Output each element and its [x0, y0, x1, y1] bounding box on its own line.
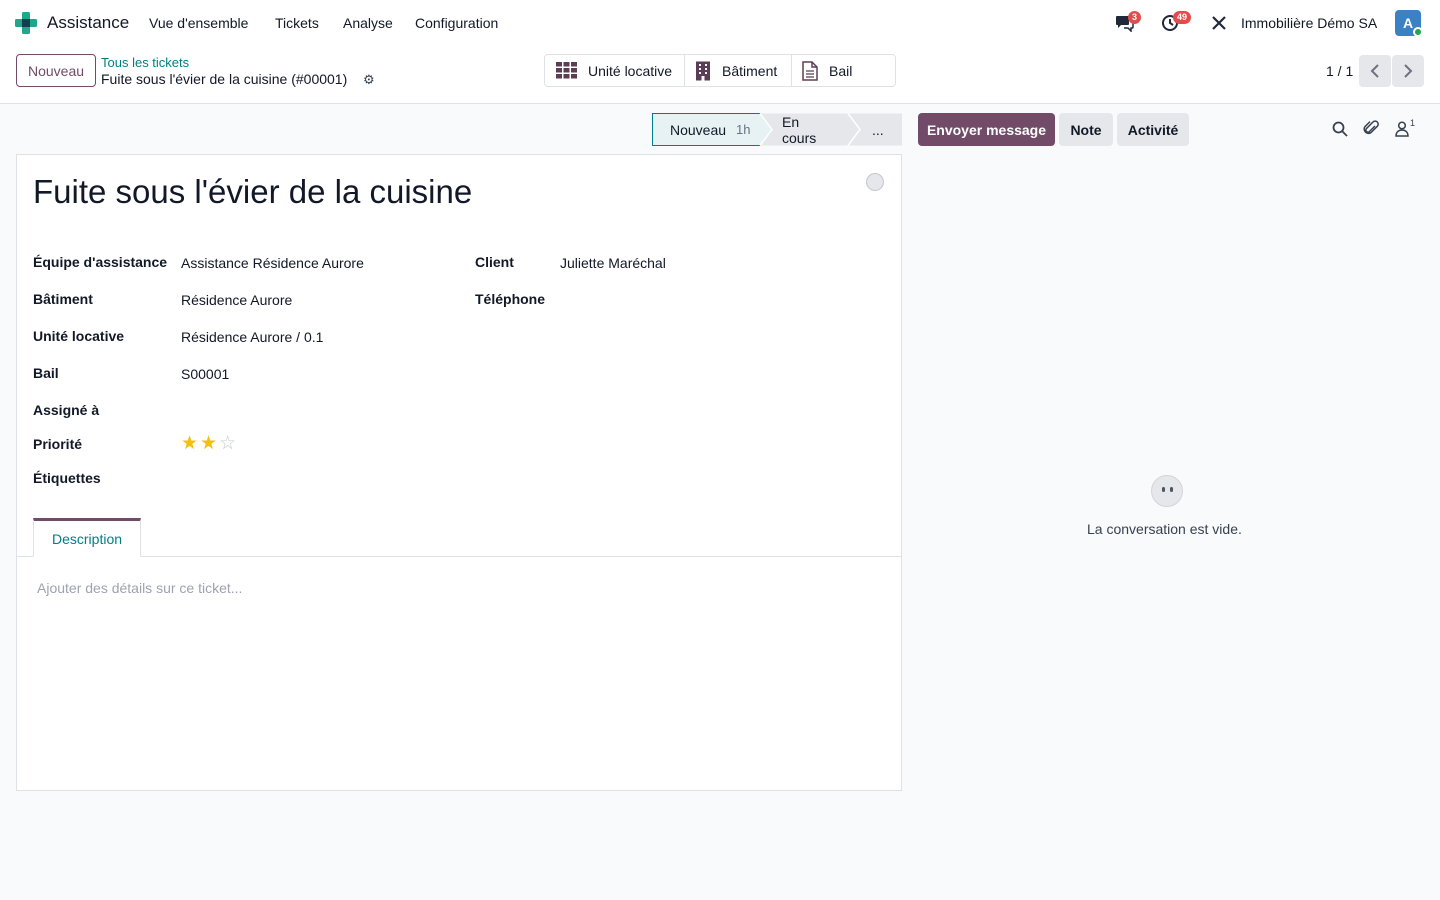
field-value-customer[interactable]: Juliette Maréchal: [560, 255, 666, 271]
smart-button-building[interactable]: Bâtiment: [685, 55, 792, 86]
paperclip-icon[interactable]: [1363, 119, 1379, 137]
priority-star-1[interactable]: ★: [181, 433, 200, 454]
breadcrumb-all-tickets[interactable]: Tous les tickets: [101, 55, 189, 70]
new-button[interactable]: Nouveau: [16, 54, 96, 87]
field-value-team[interactable]: Assistance Résidence Aurore: [181, 255, 364, 271]
field-label-team: Équipe d'assistance: [33, 254, 168, 270]
menu-tickets[interactable]: Tickets: [275, 15, 319, 31]
menu-configuration[interactable]: Configuration: [415, 15, 498, 31]
stage-more[interactable]: ...: [872, 113, 884, 146]
field-label-lease: Bail: [33, 365, 59, 381]
gear-icon[interactable]: ⚙: [363, 72, 375, 88]
smart-buttons: Unité locative Bâtiment Bail: [544, 54, 896, 87]
stage-more-label: ...: [872, 121, 884, 138]
field-value-tags[interactable]: [181, 470, 441, 488]
field-label-customer: Client: [475, 254, 514, 270]
debug-tools-icon[interactable]: [1211, 15, 1227, 31]
field-label-assigned-to: Assigné à: [33, 402, 100, 418]
smart-button-rental-unit[interactable]: Unité locative: [545, 55, 685, 86]
smart-button-lease[interactable]: Bail: [792, 55, 895, 86]
field-value-phone[interactable]: [560, 291, 860, 309]
smart-button-lease-label: Bail: [829, 62, 853, 79]
field-label-building: Bâtiment: [33, 291, 93, 307]
pager-previous-button[interactable]: [1359, 55, 1391, 87]
empty-conversation-text: La conversation est vide.: [1087, 521, 1242, 537]
ticket-title[interactable]: Fuite sous l'évier de la cuisine: [33, 173, 472, 211]
stage-in-progress[interactable]: En cours: [782, 113, 816, 146]
online-status-dot: [1413, 27, 1423, 37]
control-panel: Nouveau Tous les tickets Fuite sous l'év…: [0, 46, 1440, 104]
notebook-tab-line: [17, 556, 901, 557]
tab-description[interactable]: Description: [33, 518, 141, 557]
log-note-button[interactable]: Note: [1059, 113, 1113, 146]
app-name[interactable]: Assistance: [47, 13, 129, 33]
field-label-phone: Téléphone: [475, 291, 546, 307]
field-value-lease[interactable]: S00001: [181, 366, 229, 382]
pager-value[interactable]: 1 / 1: [1326, 63, 1353, 79]
field-label-tags: Étiquettes: [33, 470, 101, 486]
chevron-right-icon: [1404, 64, 1413, 78]
field-value-building[interactable]: Résidence Aurore: [181, 292, 292, 308]
top-navbar: Assistance Vue d'ensemble Tickets Analys…: [0, 0, 1440, 46]
followers-count: 1: [1410, 118, 1416, 128]
field-label-rental-unit: Unité locative: [33, 328, 125, 344]
empty-conversation-face-icon: [1151, 475, 1183, 507]
priority-star-2[interactable]: ★: [200, 433, 219, 454]
search-icon[interactable]: [1332, 121, 1348, 137]
grid-icon: [556, 62, 577, 79]
stage-new-label: Nouveau: [670, 121, 727, 138]
activities-badge: 49: [1173, 11, 1192, 24]
document-icon: [802, 60, 818, 81]
chevron-left-icon: [1370, 64, 1379, 78]
field-value-rental-unit[interactable]: Résidence Aurore / 0.1: [181, 329, 323, 345]
stage-in-progress-label: En cours: [782, 113, 817, 146]
description-editor[interactable]: Ajouter des détails sur ce ticket...: [37, 580, 242, 596]
messages-badge: 3: [1128, 11, 1142, 24]
send-message-button[interactable]: Envoyer message: [918, 113, 1055, 146]
stage-new-duration: 1h: [736, 122, 751, 137]
priority-stars[interactable]: ★★☆: [181, 432, 238, 455]
priority-star-3[interactable]: ☆: [219, 433, 238, 454]
pager-next-button[interactable]: [1392, 55, 1424, 87]
followers-icon[interactable]: [1395, 121, 1409, 137]
smart-button-rental-unit-label: Unité locative: [588, 62, 673, 79]
assistance-app-icon[interactable]: [15, 12, 37, 34]
smart-button-building-label: Bâtiment: [722, 62, 778, 79]
form-sheet: Fuite sous l'évier de la cuisine Équipe …: [16, 154, 902, 791]
stage-new[interactable]: Nouveau 1h: [670, 113, 751, 146]
activity-button[interactable]: Activité: [1117, 113, 1189, 146]
field-value-assigned-to[interactable]: [181, 402, 441, 420]
company-switcher[interactable]: Immobilière Démo SA: [1241, 15, 1377, 31]
menu-analysis[interactable]: Analyse: [343, 15, 393, 31]
kanban-state-indicator[interactable]: [866, 173, 884, 191]
menu-overview[interactable]: Vue d'ensemble: [149, 15, 248, 31]
field-label-priority: Priorité: [33, 436, 83, 452]
building-icon: [696, 61, 710, 80]
breadcrumb-current: Fuite sous l'évier de la cuisine (#00001…: [101, 71, 348, 87]
